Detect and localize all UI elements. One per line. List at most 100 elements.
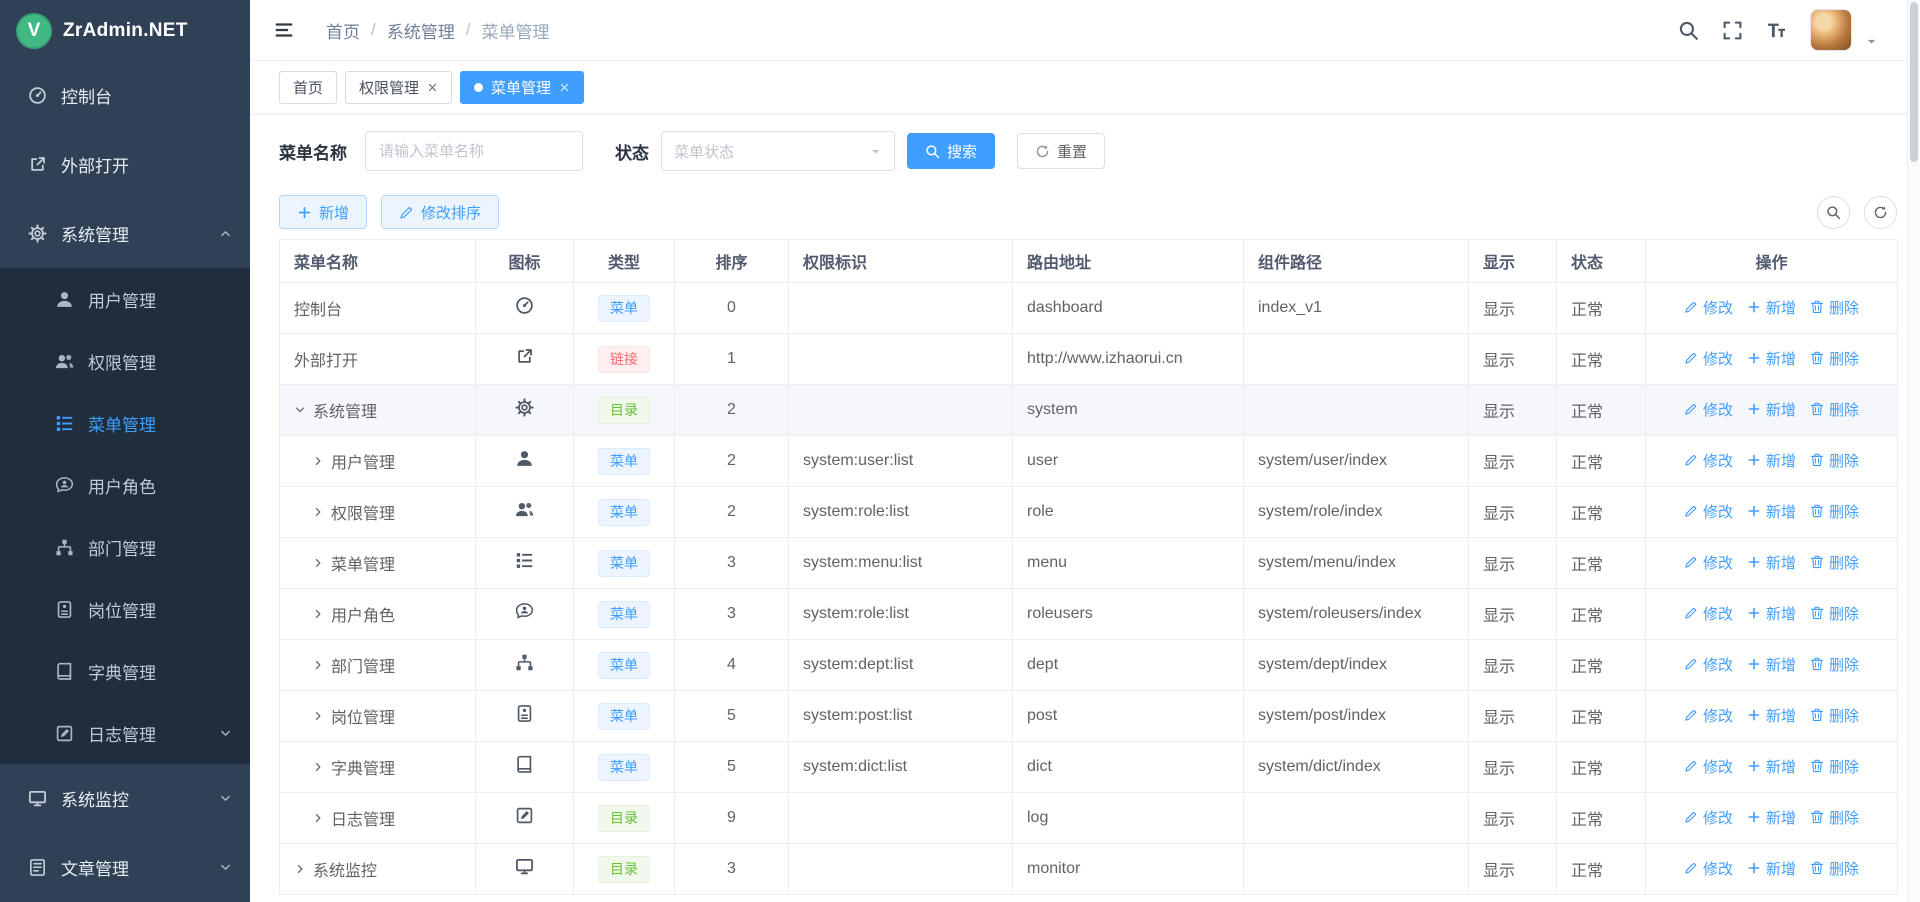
edit-action-link[interactable]: 修改 <box>1684 450 1733 471</box>
app-root: V ZrAdmin.NET 控制台外部打开系统管理用户管理权限管理菜单管理用户角… <box>0 0 1920 902</box>
add-action-link[interactable]: 新增 <box>1747 705 1796 726</box>
table-row[interactable]: 系统监控目录3monitor显示正常修改新增删除 <box>280 844 1898 895</box>
status-label: 状态 <box>615 139 649 164</box>
sidebar-item[interactable]: 外部打开 <box>0 130 250 199</box>
delete-action-link[interactable]: 删除 <box>1810 399 1859 420</box>
sidebar-item[interactable]: 字典管理 <box>0 640 250 702</box>
action-label: 修改 <box>1703 756 1733 777</box>
add-action-link[interactable]: 新增 <box>1747 807 1796 828</box>
search-icon[interactable] <box>1678 20 1699 41</box>
column-header: 操作 <box>1646 240 1898 283</box>
add-action-link[interactable]: 新增 <box>1747 603 1796 624</box>
add-action-link[interactable]: 新增 <box>1747 552 1796 573</box>
edit-action-link[interactable]: 修改 <box>1684 297 1733 318</box>
tab-close-icon[interactable] <box>427 82 438 93</box>
table-row[interactable]: 用户管理菜单2system:user:listusersystem/user/i… <box>280 436 1898 487</box>
hamburger-icon[interactable] <box>273 19 295 41</box>
table-row[interactable]: 控制台菜单0dashboardindex_v1显示正常修改新增删除 <box>280 283 1898 334</box>
edit-action-link[interactable]: 修改 <box>1684 348 1733 369</box>
user-avatar[interactable] <box>1810 9 1852 51</box>
action-label: 修改 <box>1703 399 1733 420</box>
edit-action-link[interactable]: 修改 <box>1684 603 1733 624</box>
sidebar-item[interactable]: 文章管理 <box>0 833 250 902</box>
add-action-link[interactable]: 新增 <box>1747 348 1796 369</box>
delete-action-link[interactable]: 删除 <box>1810 705 1859 726</box>
page-scrollbar[interactable] <box>1907 0 1920 902</box>
sidebar-item[interactable]: 日志管理 <box>0 702 250 764</box>
tab[interactable]: 菜单管理 <box>460 71 584 104</box>
chevron-right-icon <box>312 557 324 569</box>
sidebar-item-label: 日志管理 <box>88 721 156 746</box>
type-tag: 目录 <box>598 397 650 424</box>
sidebar-item[interactable]: 控制台 <box>0 61 250 130</box>
edit-action-link[interactable]: 修改 <box>1684 705 1733 726</box>
tab[interactable]: 权限管理 <box>345 71 452 104</box>
edit-action-link[interactable]: 修改 <box>1684 858 1733 879</box>
sort-edit-button[interactable]: 修改排序 <box>381 195 499 229</box>
menu-name-input[interactable] <box>365 131 583 171</box>
table-row[interactable]: 字典管理菜单5system:dict:listdictsystem/dict/i… <box>280 742 1898 793</box>
table-row[interactable]: 用户角色菜单3system:role:listroleuserssystem/r… <box>280 589 1898 640</box>
breadcrumb-item[interactable]: 首页 <box>326 18 360 43</box>
font-size-icon[interactable] <box>1766 20 1787 41</box>
sidebar-item[interactable]: 系统管理 <box>0 199 250 268</box>
fullscreen-icon[interactable] <box>1722 20 1743 41</box>
sidebar-item[interactable]: 部门管理 <box>0 516 250 578</box>
table-refresh-button[interactable] <box>1864 196 1897 229</box>
sidebar-item[interactable]: 用户角色 <box>0 454 250 516</box>
add-action-link[interactable]: 新增 <box>1747 501 1796 522</box>
search-button[interactable]: 搜索 <box>907 133 995 169</box>
avatar-caret-icon[interactable] <box>1865 35 1878 48</box>
table-search-button[interactable] <box>1817 196 1850 229</box>
sidebar-item[interactable]: 权限管理 <box>0 330 250 392</box>
tab-close-icon[interactable] <box>559 82 570 93</box>
delete-action-link[interactable]: 删除 <box>1810 756 1859 777</box>
edit-action-link[interactable]: 修改 <box>1684 756 1733 777</box>
table-row[interactable]: 权限管理菜单2system:role:listrolesystem/role/i… <box>280 487 1898 538</box>
reset-button[interactable]: 重置 <box>1017 133 1105 169</box>
sidebar-item[interactable]: 菜单管理 <box>0 392 250 454</box>
add-action-link[interactable]: 新增 <box>1747 654 1796 675</box>
delete-action-link[interactable]: 删除 <box>1810 450 1859 471</box>
cell-sort: 3 <box>675 538 789 589</box>
page-scrollbar-thumb[interactable] <box>1910 2 1918 162</box>
cell-route-path: role <box>1013 487 1244 538</box>
add-action-link[interactable]: 新增 <box>1747 399 1796 420</box>
app-logo[interactable]: V ZrAdmin.NET <box>0 0 250 61</box>
table-row[interactable]: 部门管理菜单4system:dept:listdeptsystem/dept/i… <box>280 640 1898 691</box>
edit-action-link[interactable]: 修改 <box>1684 654 1733 675</box>
add-button[interactable]: 新增 <box>279 195 367 229</box>
add-action-link[interactable]: 新增 <box>1747 297 1796 318</box>
sidebar-item[interactable]: 系统监控 <box>0 764 250 833</box>
delete-action-link[interactable]: 删除 <box>1810 858 1859 879</box>
edit-action-link[interactable]: 修改 <box>1684 399 1733 420</box>
plus-icon <box>1747 810 1761 824</box>
delete-action-link[interactable]: 删除 <box>1810 603 1859 624</box>
cell-permission <box>789 334 1013 385</box>
status-select[interactable]: 菜单状态 <box>661 131 895 171</box>
add-action-link[interactable]: 新增 <box>1747 858 1796 879</box>
table-row[interactable]: 外部打开链接1http://www.izhaorui.cn显示正常修改新增删除 <box>280 334 1898 385</box>
add-action-link[interactable]: 新增 <box>1747 756 1796 777</box>
tab[interactable]: 首页 <box>279 71 337 104</box>
edit-action-link[interactable]: 修改 <box>1684 807 1733 828</box>
cell-menu-name: 日志管理 <box>280 793 476 844</box>
breadcrumb-item[interactable]: 系统管理 <box>387 18 455 43</box>
delete-action-link[interactable]: 删除 <box>1810 501 1859 522</box>
table-row[interactable]: 岗位管理菜单5system:post:listpostsystem/post/i… <box>280 691 1898 742</box>
edit-action-link[interactable]: 修改 <box>1684 552 1733 573</box>
add-action-link[interactable]: 新增 <box>1747 450 1796 471</box>
plus-icon <box>1747 351 1761 365</box>
edit-action-link[interactable]: 修改 <box>1684 501 1733 522</box>
sidebar-item[interactable]: 用户管理 <box>0 268 250 330</box>
cell-sort: 9 <box>675 793 789 844</box>
delete-action-link[interactable]: 删除 <box>1810 348 1859 369</box>
delete-action-link[interactable]: 删除 <box>1810 807 1859 828</box>
table-row[interactable]: 菜单管理菜单3system:menu:listmenusystem/menu/i… <box>280 538 1898 589</box>
delete-action-link[interactable]: 删除 <box>1810 297 1859 318</box>
sidebar-item[interactable]: 岗位管理 <box>0 578 250 640</box>
delete-action-link[interactable]: 删除 <box>1810 654 1859 675</box>
table-row[interactable]: 系统管理目录2system显示正常修改新增删除 <box>280 385 1898 436</box>
table-row[interactable]: 日志管理目录9log显示正常修改新增删除 <box>280 793 1898 844</box>
delete-action-link[interactable]: 删除 <box>1810 552 1859 573</box>
